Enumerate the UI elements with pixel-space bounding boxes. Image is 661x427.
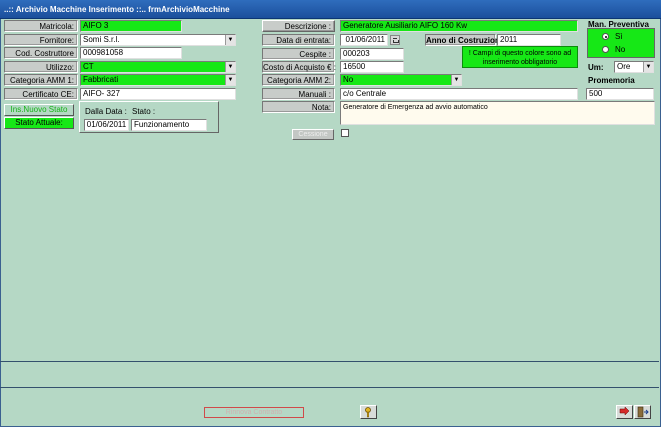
utilizzo-select[interactable]: CT ▼ bbox=[80, 61, 236, 73]
calendar-icon[interactable] bbox=[390, 35, 400, 45]
anno-costruzione-field[interactable]: 2011 bbox=[497, 34, 561, 46]
data-entrata-label: Data di entrata: bbox=[262, 34, 335, 46]
dalla-data-label: Dalla Data : bbox=[85, 107, 127, 116]
categoria-amm2-value: No bbox=[343, 75, 354, 84]
um-value: Ore bbox=[617, 62, 631, 71]
radio-no[interactable]: No bbox=[602, 44, 625, 56]
manuali-field[interactable]: c/o Centrale bbox=[340, 88, 578, 100]
categoria-amm1-select[interactable]: Fabbricati ▼ bbox=[80, 74, 236, 86]
exit-door-icon bbox=[637, 406, 649, 418]
rinnova-contratto-button[interactable]: Rinnova Contratto bbox=[204, 407, 304, 418]
descrizione-label: Descrizione : bbox=[262, 20, 335, 32]
matricola-field[interactable]: AIFO 3 bbox=[80, 20, 182, 32]
save-arrow-icon bbox=[619, 406, 630, 416]
required-fields-notice: ! Campi di questo colore sono ad inserim… bbox=[462, 46, 578, 68]
dalla-data-field[interactable]: 01/06/2011 bbox=[84, 119, 129, 131]
cessione-button[interactable]: Cessione bbox=[292, 129, 334, 140]
chevron-down-icon[interactable]: ▼ bbox=[451, 75, 461, 85]
nota-label: Nota: bbox=[262, 101, 335, 113]
chevron-down-icon[interactable]: ▼ bbox=[643, 62, 653, 72]
utilizzo-label: Utilizzo: bbox=[4, 61, 78, 73]
divider bbox=[0, 361, 659, 362]
cessione-checkbox[interactable] bbox=[341, 129, 349, 137]
utilizzo-value: CT bbox=[83, 62, 94, 71]
radio-button-icon[interactable] bbox=[602, 46, 609, 54]
um-label: Um: bbox=[588, 63, 604, 72]
stato-panel: Dalla Data : Stato : 01/06/2011 Funziona… bbox=[79, 101, 219, 133]
anno-costruzione-label: Anno di Costruzione: bbox=[425, 34, 507, 46]
cespite-field[interactable]: 000203 bbox=[340, 48, 404, 60]
um-select[interactable]: Ore ▼ bbox=[614, 61, 654, 73]
nota-textarea[interactable]: Generatore di Emergenza ad avvio automat… bbox=[340, 101, 655, 125]
save-button[interactable] bbox=[616, 405, 633, 419]
divider bbox=[0, 387, 659, 388]
fornitore-select[interactable]: Somi S.r.l. ▼ bbox=[80, 34, 236, 46]
cod-costruttore-label: Cod. Costruttore bbox=[4, 47, 78, 59]
cespite-label: Cespite : bbox=[262, 48, 335, 60]
promemoria-label: Promemoria bbox=[588, 76, 635, 85]
chevron-down-icon[interactable]: ▼ bbox=[225, 75, 235, 85]
costo-acquisto-field[interactable]: 16500 bbox=[340, 61, 404, 73]
notice-line-2: inserimento obbligatorio bbox=[482, 59, 558, 66]
stato-field[interactable]: Funzionamento bbox=[131, 119, 207, 131]
categoria-amm1-value: Fabbricati bbox=[83, 75, 119, 84]
man-preventiva-panel: Sì No bbox=[587, 28, 655, 58]
radio-si-label: Sì bbox=[615, 32, 623, 41]
chevron-down-icon[interactable]: ▼ bbox=[225, 62, 235, 72]
categoria-amm2-select[interactable]: No ▼ bbox=[340, 74, 462, 86]
radio-si[interactable]: Sì bbox=[602, 31, 623, 43]
radio-button-icon[interactable] bbox=[602, 33, 609, 41]
window-title: ..:: Archivio Macchine Inserimento ::.. … bbox=[0, 0, 661, 19]
notice-line-1: ! Campi di questo colore sono ad bbox=[468, 50, 572, 57]
categoria-amm2-label: Categoria AMM 2: bbox=[262, 74, 335, 86]
cod-costruttore-field[interactable]: 000981058 bbox=[80, 47, 182, 59]
stato-label: Stato : bbox=[132, 107, 156, 116]
data-entrata-field[interactable]: 01/06/2011 bbox=[340, 34, 388, 46]
fornitore-label: Fornitore: bbox=[4, 34, 78, 46]
help-button[interactable] bbox=[360, 405, 377, 419]
key-icon bbox=[365, 407, 371, 418]
certificato-ce-label: Certificato CE: bbox=[4, 88, 78, 100]
ins-nuovo-stato-button[interactable]: Ins.Nuovo Stato bbox=[4, 104, 74, 116]
chevron-down-icon[interactable]: ▼ bbox=[225, 35, 235, 45]
fornitore-value: Somi S.r.l. bbox=[83, 35, 120, 44]
exit-button[interactable] bbox=[634, 405, 651, 419]
radio-no-label: No bbox=[615, 45, 626, 54]
costo-acquisto-label: Costo di Acquisto € : bbox=[262, 61, 336, 73]
manuali-label: Manuali : bbox=[262, 88, 335, 100]
matricola-label: Matricola: bbox=[4, 20, 78, 32]
certificato-ce-field[interactable]: AIFO- 327 bbox=[80, 88, 236, 100]
promemoria-field[interactable]: 500 bbox=[586, 88, 654, 100]
categoria-amm1-label: Categoria AMM 1: bbox=[4, 74, 78, 86]
stato-attuale-label: Stato Attuale: bbox=[4, 117, 74, 129]
descrizione-field[interactable]: Generatore Ausiliario AIFO 160 Kw bbox=[340, 20, 578, 32]
